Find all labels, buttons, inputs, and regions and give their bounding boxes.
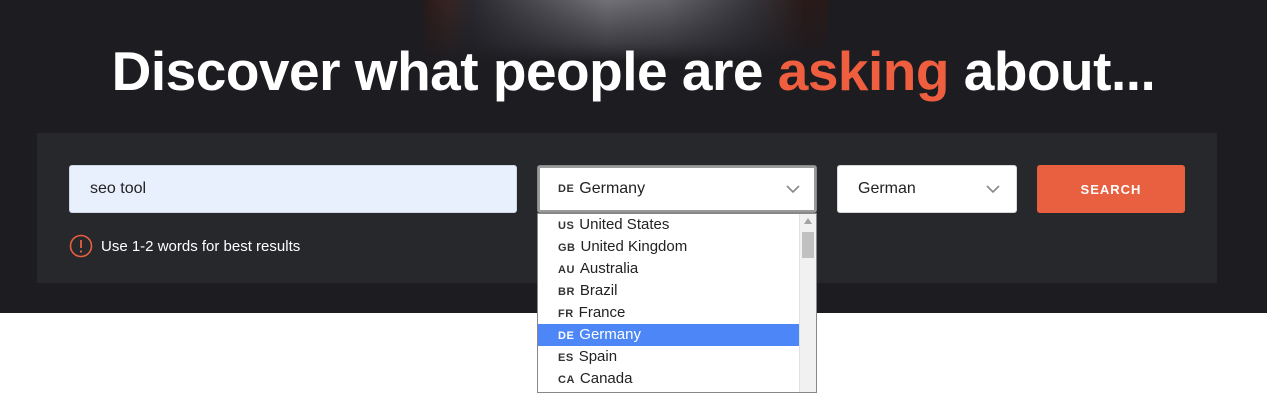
country-option[interactable]: US United States: [538, 214, 800, 236]
country-select[interactable]: DE Germany: [537, 165, 817, 213]
option-code: FR: [558, 308, 574, 320]
option-label: Germany: [579, 326, 641, 343]
language-select[interactable]: German: [837, 165, 1017, 213]
country-option[interactable]: CA Canada: [538, 368, 800, 390]
headline-text-end: about...: [949, 40, 1156, 102]
country-option-list: US United States GB United Kingdom AU Austr…: [538, 214, 800, 390]
scrollbar-thumb[interactable]: [802, 232, 814, 258]
country-option-selected[interactable]: DE Germany: [538, 324, 800, 346]
option-code: US: [558, 220, 575, 232]
option-code: BR: [558, 286, 575, 298]
hint-text: Use 1-2 words for best results: [101, 237, 301, 255]
option-label: Canada: [579, 370, 633, 387]
warning-icon: [69, 234, 93, 258]
option-code: DE: [558, 330, 575, 342]
country-label: Germany: [579, 180, 646, 197]
chevron-down-icon: [986, 185, 1000, 194]
option-label: Brazil: [579, 282, 618, 299]
country-option[interactable]: FR France: [538, 302, 800, 324]
option-label: Spain: [578, 348, 618, 365]
country-option[interactable]: AU Australia: [538, 258, 800, 280]
option-label: France: [578, 304, 626, 321]
page-title: Discover what people are asking about...: [0, 36, 1267, 106]
country-option[interactable]: GB United Kingdom: [538, 236, 800, 258]
language-label: German: [858, 180, 916, 197]
country-option[interactable]: ES Spain: [538, 346, 800, 368]
option-code: GB: [558, 242, 576, 254]
chevron-down-icon: [786, 185, 800, 194]
option-code: AU: [558, 264, 575, 276]
option-code: CA: [558, 374, 575, 386]
search-input[interactable]: [69, 165, 517, 213]
country-dropdown[interactable]: US United States GB United Kingdom AU Austr…: [537, 213, 817, 393]
option-label: Australia: [579, 260, 639, 277]
headline-accent: asking: [777, 40, 950, 102]
dropdown-scrollbar[interactable]: [799, 214, 816, 392]
option-label: United Kingdom: [580, 238, 688, 255]
option-label: United States: [579, 216, 670, 233]
country-code: DE: [558, 183, 575, 195]
hint: Use 1-2 words for best results: [69, 234, 300, 258]
option-code: ES: [558, 352, 574, 364]
headline-text: Discover what people are: [111, 40, 778, 102]
scroll-up-arrow-icon[interactable]: [803, 217, 813, 225]
country-option[interactable]: BR Brazil: [538, 280, 800, 302]
search-button[interactable]: SEARCH: [1037, 165, 1185, 213]
